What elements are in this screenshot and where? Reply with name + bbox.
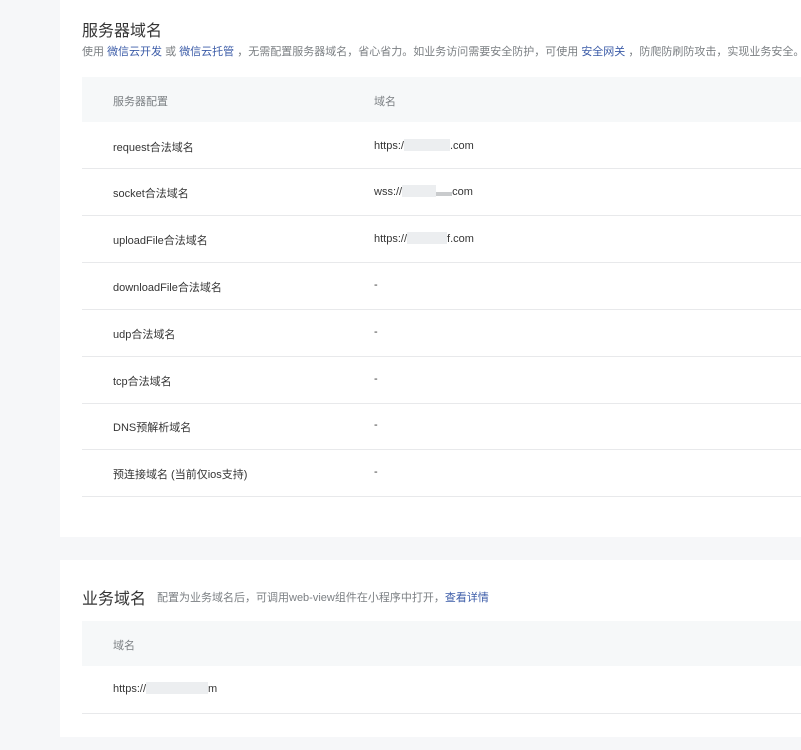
table-row: uploadFile合法域名 https://f.com — [82, 216, 801, 263]
server-table-header: 服务器配置 域名 — [82, 77, 801, 122]
column-header-config: 服务器配置 — [113, 96, 168, 108]
redacted-mask — [403, 139, 450, 151]
row-label: DNS预解析域名 — [113, 422, 192, 434]
redacted-mask — [402, 185, 437, 197]
business-table-header: 域名 — [82, 621, 801, 666]
table-row: https://m — [82, 666, 801, 714]
business-domain-title: 业务域名 — [82, 591, 147, 608]
desc-or: 或 — [165, 46, 177, 58]
table-row: request合法域名 https:/.com — [82, 122, 801, 169]
row-value: wss://com — [374, 185, 473, 198]
table-row: DNS预解析域名 - — [82, 404, 801, 450]
row-value: - — [374, 419, 378, 431]
desc-mid: ，无需配置服务器域名，省心省力。如业务访问需要安全防护，可使用 — [237, 46, 579, 58]
redacted-mask — [407, 232, 448, 244]
row-value: - — [374, 279, 378, 291]
row-value: https://f.com — [374, 232, 474, 245]
row-value: - — [374, 373, 378, 385]
view-details-link[interactable]: 查看详情 — [445, 592, 489, 604]
desc-prefix: 使用 — [82, 46, 104, 58]
cloud-dev-link[interactable]: 微信云开发 — [107, 46, 162, 58]
security-gateway-link[interactable]: 安全网关 — [581, 46, 625, 58]
server-domain-description: 使用 微信云开发 或 微信云托管 ，无需配置服务器域名，省心省力。如业务访问需要… — [82, 43, 801, 59]
row-label: request合法域名 — [113, 142, 194, 154]
row-label: downloadFile合法域名 — [113, 282, 222, 294]
server-domain-card: 服务器域名 使用 微信云开发 或 微信云托管 ，无需配置服务器域名，省心省力。如… — [60, 0, 801, 537]
row-value: https:/.com — [374, 139, 474, 152]
desc-suffix: ，防爬防刷防攻击，实现业务安全。点击了 — [628, 46, 801, 58]
table-row: downloadFile合法域名 - — [82, 263, 801, 310]
business-domain-description: 配置为业务域名后，可调用web-view组件在小程序中打开，查看详情 — [157, 592, 489, 604]
row-value: https://m — [113, 682, 218, 695]
row-label: tcp合法域名 — [113, 376, 172, 388]
redacted-mask — [436, 192, 453, 196]
row-label: socket合法域名 — [113, 188, 189, 200]
row-value: - — [374, 326, 378, 338]
row-value: - — [374, 466, 378, 478]
column-header-domain: 域名 — [113, 640, 135, 652]
table-row: socket合法域名 wss://com — [82, 169, 801, 216]
row-label: udp合法域名 — [113, 329, 176, 341]
redacted-mask — [146, 682, 209, 694]
row-label: 预连接域名 (当前仅ios支持) — [113, 469, 248, 481]
column-header-domain: 域名 — [374, 96, 396, 108]
table-row: udp合法域名 - — [82, 310, 801, 357]
business-domain-card: 业务域名 配置为业务域名后，可调用web-view组件在小程序中打开，查看详情 … — [60, 560, 801, 737]
table-row: tcp合法域名 - — [82, 357, 801, 404]
server-domain-title: 服务器域名 — [82, 23, 163, 40]
row-label: uploadFile合法域名 — [113, 235, 208, 247]
cloud-hosting-link[interactable]: 微信云托管 — [179, 46, 234, 58]
table-row: 预连接域名 (当前仅ios支持) - — [82, 450, 801, 497]
